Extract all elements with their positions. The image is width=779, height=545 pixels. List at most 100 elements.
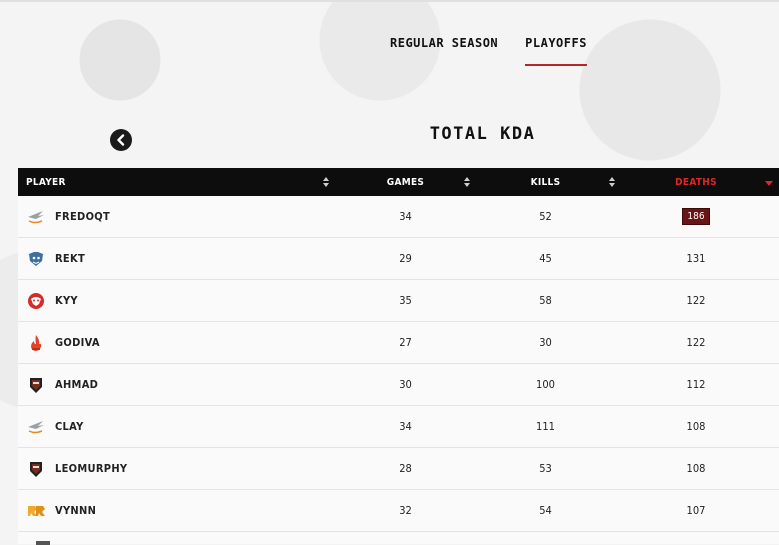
column-label-player: Player bbox=[26, 176, 66, 188]
shield-logo-icon bbox=[26, 375, 46, 395]
kda-table: Player Games Kills Deaths FREDOQT 34 52 186… bbox=[18, 168, 779, 545]
deaths-cell: 186 bbox=[613, 196, 779, 237]
games-value: 34 bbox=[399, 420, 412, 433]
red-mask-logo-icon bbox=[26, 291, 46, 311]
games-value: 30 bbox=[399, 378, 412, 391]
player-cell: FREDOQT bbox=[18, 196, 333, 237]
kills-value: 45 bbox=[539, 252, 552, 265]
column-header-games[interactable]: Games bbox=[333, 168, 478, 196]
deaths-value: 131 bbox=[686, 252, 706, 265]
table-row[interactable]: REKT 29 45 131 bbox=[18, 238, 779, 280]
deaths-value: 186 bbox=[682, 208, 710, 225]
deaths-cell: 131 bbox=[613, 238, 779, 279]
kills-cell: 100 bbox=[478, 364, 613, 405]
games-cell: 34 bbox=[333, 406, 478, 447]
player-name: KYY bbox=[55, 294, 78, 307]
kills-cell: 54 bbox=[478, 490, 613, 531]
deaths-value: 122 bbox=[686, 336, 706, 349]
kills-cell: 58 bbox=[478, 280, 613, 321]
player-name: AHMAD bbox=[55, 378, 99, 391]
deaths-cell: 122 bbox=[613, 322, 779, 363]
table-row[interactable]: CLAY 34 111 108 bbox=[18, 406, 779, 448]
deaths-cell: 122 bbox=[613, 280, 779, 321]
player-name: LEOMURPHY bbox=[55, 462, 128, 475]
kills-value: 54 bbox=[539, 504, 552, 517]
column-label-games: Games bbox=[386, 176, 425, 188]
column-header-deaths[interactable]: Deaths bbox=[613, 168, 779, 196]
top-divider bbox=[0, 0, 779, 2]
page-title: Total KDA bbox=[429, 124, 536, 144]
tiger-logo-icon bbox=[26, 249, 46, 269]
games-value: 34 bbox=[399, 210, 412, 223]
deaths-value: 107 bbox=[686, 504, 706, 517]
player-name: FREDOQT bbox=[55, 210, 111, 223]
games-cell: 29 bbox=[333, 238, 478, 279]
kills-value: 30 bbox=[539, 336, 552, 349]
kills-value: 111 bbox=[536, 420, 555, 433]
flame-logo-icon bbox=[26, 333, 46, 353]
deaths-value: 108 bbox=[686, 420, 706, 433]
kills-value: 58 bbox=[539, 294, 552, 307]
player-cell: LEOMURPHY bbox=[18, 448, 333, 489]
sort-icon bbox=[464, 177, 472, 189]
player-cell: GODIVA bbox=[18, 322, 333, 363]
tab-regular-season[interactable]: Regular Season bbox=[390, 36, 498, 66]
deaths-cell: 108 bbox=[613, 448, 779, 489]
games-cell: 34 bbox=[333, 196, 478, 237]
player-cell: VYNNN bbox=[18, 490, 333, 531]
player-name: REKT bbox=[55, 252, 86, 265]
table-row[interactable]: VYNNN 32 54 107 bbox=[18, 490, 779, 532]
kills-cell: 30 bbox=[478, 322, 613, 363]
deaths-cell: 107 bbox=[613, 490, 779, 531]
table-body: FREDOQT 34 52 186 REKT 29 45 131 KYY 35 58 122 GODIV… bbox=[18, 196, 779, 532]
table-row[interactable]: KYY 35 58 122 bbox=[18, 280, 779, 322]
tab-playoffs[interactable]: Playoffs bbox=[525, 36, 587, 66]
games-value: 32 bbox=[399, 504, 412, 517]
deaths-value: 108 bbox=[686, 462, 706, 475]
player-cell: CLAY bbox=[18, 406, 333, 447]
games-value: 35 bbox=[399, 294, 412, 307]
rrq-logo-icon bbox=[26, 501, 46, 521]
table-row-partial bbox=[18, 532, 779, 545]
games-value: 29 bbox=[399, 252, 412, 265]
deaths-value: 112 bbox=[686, 378, 706, 391]
column-label-deaths: Deaths bbox=[675, 176, 717, 188]
games-value: 27 bbox=[399, 336, 412, 349]
sort-icon bbox=[323, 177, 331, 189]
player-cell: AHMAD bbox=[18, 364, 333, 405]
column-label-kills: Kills bbox=[530, 176, 561, 188]
games-cell: 30 bbox=[333, 364, 478, 405]
deaths-value: 122 bbox=[686, 294, 706, 307]
column-header-player[interactable]: Player bbox=[18, 168, 333, 196]
kills-value: 52 bbox=[539, 210, 552, 223]
deaths-cell: 108 bbox=[613, 406, 779, 447]
player-name: CLAY bbox=[55, 420, 84, 433]
player-name: VYNNN bbox=[55, 504, 97, 517]
shield-logo-icon bbox=[26, 459, 46, 479]
games-cell: 28 bbox=[333, 448, 478, 489]
player-cell: REKT bbox=[18, 238, 333, 279]
deaths-cell: 112 bbox=[613, 364, 779, 405]
games-value: 28 bbox=[399, 462, 412, 475]
games-cell: 32 bbox=[333, 490, 478, 531]
kills-cell: 45 bbox=[478, 238, 613, 279]
player-name: GODIVA bbox=[55, 336, 100, 349]
wing-logo-icon bbox=[26, 417, 46, 437]
kills-cell: 52 bbox=[478, 196, 613, 237]
kills-cell: 53 bbox=[478, 448, 613, 489]
games-cell: 35 bbox=[333, 280, 478, 321]
table-row[interactable]: LEOMURPHY 28 53 108 bbox=[18, 448, 779, 490]
season-tabs: Regular Season Playoffs bbox=[390, 36, 587, 66]
kills-value: 100 bbox=[536, 378, 555, 391]
column-header-kills[interactable]: Kills bbox=[478, 168, 615, 196]
table-row[interactable]: GODIVA 27 30 122 bbox=[18, 322, 779, 364]
table-row[interactable]: AHMAD 30 100 112 bbox=[18, 364, 779, 406]
player-cell: KYY bbox=[18, 280, 333, 321]
table-header: Player Games Kills Deaths bbox=[18, 168, 779, 196]
table-row[interactable]: FREDOQT 34 52 186 bbox=[18, 196, 779, 238]
kills-value: 53 bbox=[539, 462, 552, 475]
kills-cell: 111 bbox=[478, 406, 613, 447]
sort-desc-icon bbox=[765, 177, 773, 189]
games-cell: 27 bbox=[333, 322, 478, 363]
wing-logo-icon bbox=[26, 207, 46, 227]
